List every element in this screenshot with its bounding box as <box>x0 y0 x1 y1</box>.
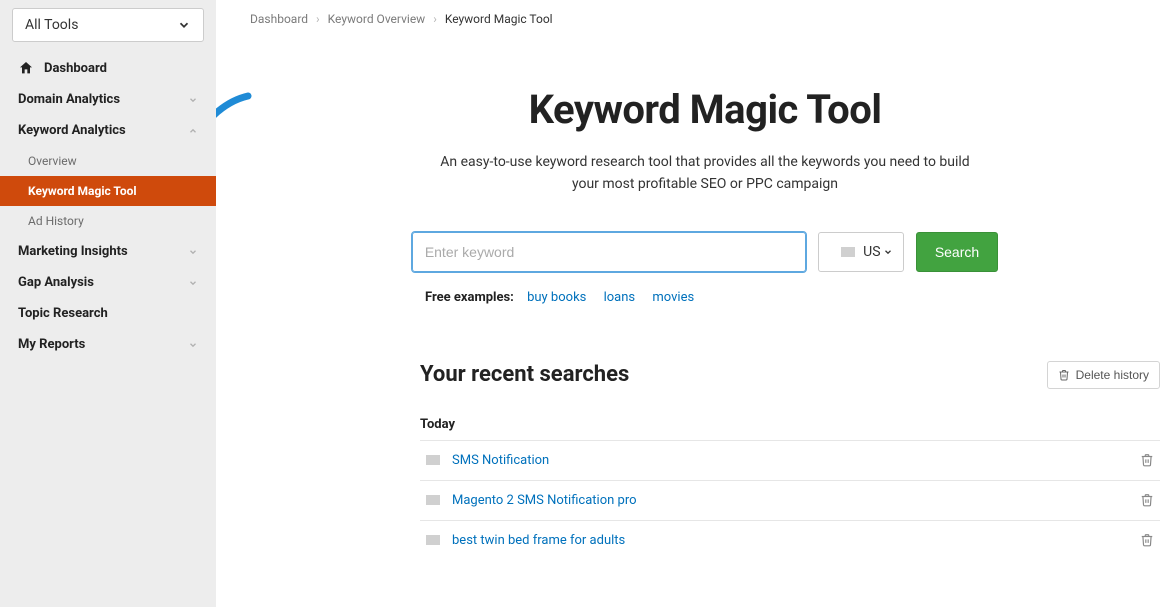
breadcrumb-item[interactable]: Keyword Overview <box>328 12 426 26</box>
sidebar-item-label: Marketing Insights <box>18 244 128 259</box>
trash-icon[interactable] <box>1140 493 1154 507</box>
country-label: US <box>863 244 880 260</box>
history-row: SMS Notification <box>420 440 1160 480</box>
sidebar-item-marketing-insights[interactable]: Marketing Insights <box>0 236 216 267</box>
example-link[interactable]: buy books <box>527 290 586 305</box>
breadcrumb-item[interactable]: Dashboard <box>250 12 308 26</box>
tools-dropdown[interactable]: All Tools <box>12 8 204 42</box>
chevron-down-icon <box>188 278 198 288</box>
sidebar-item-label: My Reports <box>18 337 85 352</box>
trash-icon[interactable] <box>1140 453 1154 467</box>
search-button[interactable]: Search <box>916 232 998 272</box>
sidebar-item-label: Dashboard <box>44 61 107 76</box>
today-label: Today <box>420 417 1160 432</box>
free-examples: Free examples: buy books loans movies <box>425 290 985 305</box>
trash-icon[interactable] <box>1140 533 1154 547</box>
page-subtitle: An easy-to-use keyword research tool tha… <box>435 151 975 196</box>
trash-icon <box>1058 369 1070 381</box>
main-content: Dashboard › Keyword Overview › Keyword M… <box>216 0 1174 607</box>
example-link[interactable]: loans <box>604 290 636 305</box>
history-item[interactable]: Magento 2 SMS Notification pro <box>426 493 637 508</box>
page-title: Keyword Magic Tool <box>365 86 1045 133</box>
country-dropdown[interactable]: US <box>818 232 904 272</box>
recent-searches: Your recent searches Delete history Toda… <box>250 361 1160 560</box>
flag-icon <box>426 455 440 465</box>
history-item[interactable]: SMS Notification <box>426 453 549 468</box>
recent-heading: Your recent searches <box>420 362 629 387</box>
sidebar-item-label: Gap Analysis <box>18 275 94 290</box>
delete-history-label: Delete history <box>1076 368 1149 382</box>
breadcrumb: Dashboard › Keyword Overview › Keyword M… <box>250 12 1160 26</box>
chevron-down-icon <box>188 95 198 105</box>
annotation-arrow-icon <box>216 84 258 174</box>
sidebar-item-my-reports[interactable]: My Reports <box>0 329 216 360</box>
examples-label: Free examples: <box>425 290 514 305</box>
history-row: Magento 2 SMS Notification pro <box>420 480 1160 520</box>
history-term: best twin bed frame for adults <box>452 533 625 548</box>
flag-icon <box>426 535 440 545</box>
chevron-right-icon: › <box>316 12 320 26</box>
flag-icon <box>841 247 855 257</box>
chevron-down-icon <box>883 247 893 257</box>
home-icon <box>18 60 34 76</box>
flag-icon <box>426 495 440 505</box>
search-row: US Search <box>365 232 1045 272</box>
keyword-input[interactable] <box>412 232 806 272</box>
sidebar-sub-overview[interactable]: Overview <box>0 146 216 176</box>
history-item[interactable]: best twin bed frame for adults <box>426 533 625 548</box>
sidebar: All Tools Dashboard Domain Analytics Key… <box>0 0 216 607</box>
sidebar-item-topic-research[interactable]: Topic Research <box>0 298 216 329</box>
chevron-down-icon <box>188 247 198 257</box>
breadcrumb-item-current: Keyword Magic Tool <box>445 12 553 26</box>
sidebar-item-label: Keyword Analytics <box>18 123 126 138</box>
sidebar-item-keyword-analytics[interactable]: Keyword Analytics <box>0 115 216 146</box>
sidebar-sub-ad-history[interactable]: Ad History <box>0 206 216 236</box>
chevron-down-icon <box>188 340 198 350</box>
tools-dropdown-label: All Tools <box>25 17 78 33</box>
chevron-down-icon <box>177 18 191 32</box>
sidebar-sub-keyword-magic-tool[interactable]: Keyword Magic Tool <box>0 176 216 206</box>
sidebar-item-domain-analytics[interactable]: Domain Analytics <box>0 84 216 115</box>
sidebar-item-label: Domain Analytics <box>18 92 120 107</box>
history-term: SMS Notification <box>452 453 549 468</box>
history-term: Magento 2 SMS Notification pro <box>452 493 637 508</box>
chevron-right-icon: › <box>433 12 437 26</box>
chevron-up-icon <box>188 126 198 136</box>
sidebar-item-gap-analysis[interactable]: Gap Analysis <box>0 267 216 298</box>
sidebar-item-label: Topic Research <box>18 306 108 321</box>
history-row: best twin bed frame for adults <box>420 520 1160 560</box>
delete-history-button[interactable]: Delete history <box>1047 361 1160 389</box>
hero-section: Keyword Magic Tool An easy-to-use keywor… <box>365 86 1045 305</box>
sidebar-nav: Dashboard Domain Analytics Keyword Analy… <box>0 52 216 360</box>
sidebar-item-dashboard[interactable]: Dashboard <box>0 52 216 84</box>
example-link[interactable]: movies <box>652 290 694 305</box>
